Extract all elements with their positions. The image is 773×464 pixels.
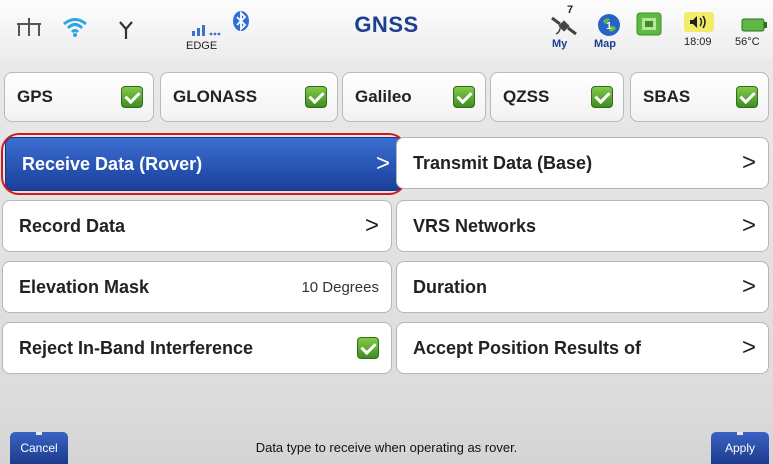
chevron-right-icon: > [741,149,756,176]
menu-item-label: Transmit Data (Base) [413,152,593,173]
map-label[interactable]: Map [594,38,616,50]
selection-highlight-ring [1,133,407,195]
constellation-toggle-galileo[interactable]: Galileo [342,72,486,122]
menu-item-label: Accept Position Results of [413,337,642,358]
temperature-readout: 56°C [735,36,760,48]
speaker-icon[interactable] [684,12,714,37]
battery-icon [741,18,767,37]
menu-reject-in-band-interference[interactable]: Reject In-Band Interference [2,322,392,374]
gps-fix-icon [636,12,662,41]
checkbox-checked-icon[interactable] [305,86,327,108]
screen: EDGE GNSS 7 My 1 Map 18:09 56°C GPS GLON… [0,0,773,464]
menu-accept-position-results[interactable]: Accept Position Results of > [396,322,769,374]
svg-text:1: 1 [606,21,612,32]
status-bar: EDGE GNSS 7 My 1 Map 18:09 56°C [0,0,773,60]
menu-duration[interactable]: Duration > [396,261,769,313]
constellation-label: SBAS [643,87,691,106]
satellite-count: 7 [567,4,574,16]
checkbox-checked-icon[interactable] [357,337,379,359]
my-position-label[interactable]: My [552,38,567,50]
chevron-right-icon: > [741,212,756,239]
menu-item-label: VRS Networks [413,215,537,236]
menu-item-label: Duration [413,276,487,297]
constellation-toggle-sbas[interactable]: SBAS [630,72,769,122]
checkbox-checked-icon[interactable] [453,86,475,108]
constellation-label: GLONASS [173,87,258,106]
checkbox-checked-icon[interactable] [736,86,758,108]
menu-item-label: Elevation Mask [19,276,150,297]
menu-transmit-data-base[interactable]: Transmit Data (Base) > [396,137,769,189]
constellation-label: QZSS [503,87,550,106]
help-text: Data type to receive when operating as r… [255,440,518,455]
chevron-right-icon: > [741,334,756,361]
chevron-right-icon: > [741,273,756,300]
elevation-mask-value: 10 Degrees [301,278,379,296]
menu-elevation-mask[interactable]: Elevation Mask 10 Degrees [2,261,392,313]
menu-record-data[interactable]: Record Data > [2,200,392,252]
constellation-toggle-gps[interactable]: GPS [4,72,154,122]
chevron-right-icon: > [364,212,379,239]
apply-button[interactable]: Apply [711,432,769,464]
menu-vrs-networks[interactable]: VRS Networks > [396,200,769,252]
checkbox-checked-icon[interactable] [121,86,143,108]
network-type-label: EDGE [186,40,218,52]
menu-item-label: Reject In-Band Interference [19,337,254,358]
clock-time: 18:09 [684,36,712,48]
constellation-label: GPS [17,87,53,106]
constellation-toggle-qzss[interactable]: QZSS [490,72,624,122]
checkbox-checked-icon[interactable] [591,86,613,108]
constellation-label: Galileo [355,87,412,106]
constellation-toggle-glonass[interactable]: GLONASS [160,72,338,122]
menu-item-label: Record Data [19,215,126,236]
